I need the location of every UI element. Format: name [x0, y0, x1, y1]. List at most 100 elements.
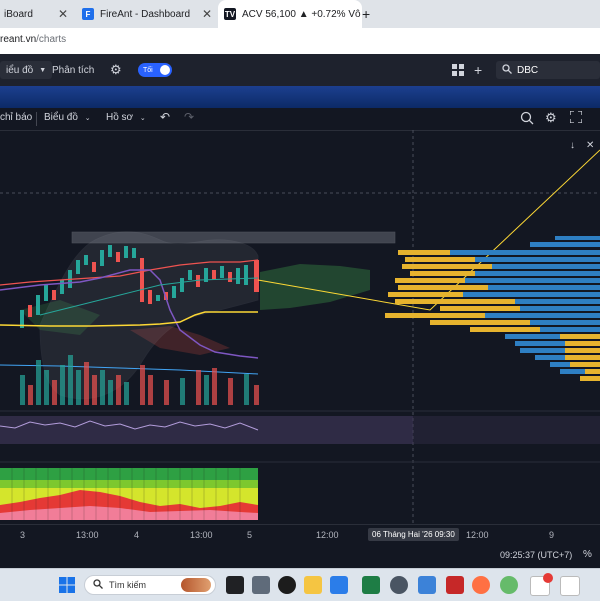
chart-menu-label: iểu đồ [6, 64, 34, 76]
candle [156, 295, 160, 301]
windows-taskbar: Tìm kiếm [0, 568, 600, 601]
notification-app-icon[interactable] [418, 576, 436, 594]
symbol-search-input[interactable]: DBC [496, 61, 600, 79]
profile-button[interactable]: Hồ sơ ⌄ [106, 112, 146, 123]
file-explorer-icon[interactable] [304, 576, 322, 594]
badge-dot [543, 573, 553, 583]
candle [220, 266, 224, 278]
media-player-icon[interactable] [278, 576, 296, 594]
candle [28, 305, 32, 317]
candle [36, 295, 40, 315]
time-axis[interactable]: 3 13:00 4 13:00 5 12:00 12:00 9 06 Tháng… [0, 524, 600, 545]
chart-toolbar: chỉ báo Biểu đồ ⌄ Hồ sơ ⌄ ↶ ↷ ⚙ [0, 108, 600, 131]
browser-tab-iboard[interactable]: iBoard ✕ [0, 0, 76, 28]
time-tick: 4 [134, 530, 140, 540]
candle [132, 248, 136, 258]
close-icon: ✕ [586, 140, 594, 151]
chart-menu-button[interactable]: iểu đồ ▼ [0, 61, 53, 79]
app-icon-dark[interactable] [226, 576, 244, 594]
time-tick: 3 [20, 530, 26, 540]
candle [44, 285, 48, 301]
oscillator-band [0, 416, 413, 444]
time-tick: 13:00 [190, 530, 213, 540]
tab-title: iBoard [4, 8, 33, 20]
zoom-app-icon[interactable] [446, 576, 464, 594]
chart-type-label: Biểu đồ [44, 112, 78, 123]
candle [228, 272, 232, 282]
header-banner [0, 86, 600, 108]
timezone-clock[interactable]: 09:25:37 (UTC+7) [500, 550, 572, 560]
app-header: iểu đồ ▼ Phân tích ⚙ Tối + DBC [0, 54, 600, 86]
toolbar-divider [36, 112, 37, 126]
candle [212, 270, 216, 280]
oscillator-band-future [413, 416, 600, 444]
candle [188, 270, 192, 280]
chart-type-button[interactable]: Biểu đồ ⌄ [44, 112, 91, 123]
chat-app-icon[interactable] [500, 576, 518, 594]
redo-icon[interactable]: ↷ [184, 110, 194, 124]
zoom-search-icon[interactable] [520, 111, 534, 128]
browser-tab-tradingview[interactable]: TV ACV 56,100 ▲ +0.72% Vô danh ✕ [218, 0, 362, 28]
address-bar[interactable]: reant.vn/charts [0, 28, 600, 55]
browser-tab-fireant[interactable]: F FireAnt - Dashboard ✕ [76, 0, 220, 28]
tradingview-favicon-icon: TV [224, 8, 236, 20]
candle [140, 258, 144, 302]
crosshair-time-label: 06 Tháng Hai '26 09:30 [368, 528, 459, 541]
arrow-down-icon: ↓ [570, 140, 575, 151]
toggle-knob [160, 65, 170, 75]
analysis-menu-button[interactable]: Phân tích [52, 61, 94, 79]
indicators-button[interactable]: chỉ báo [0, 112, 32, 123]
chevron-down-icon: ▼ [39, 66, 47, 74]
notification-badge-icon[interactable] [530, 573, 553, 596]
settings-gear-icon[interactable]: ⚙ [545, 110, 557, 126]
candle [180, 278, 184, 292]
candle [108, 245, 112, 257]
app-icon-white[interactable] [560, 576, 580, 596]
settings-icon[interactable] [390, 576, 408, 594]
candle [148, 290, 152, 304]
windows-start-icon[interactable] [58, 576, 76, 594]
undo-icon[interactable]: ↶ [160, 110, 170, 124]
candle [172, 286, 176, 298]
fireant-favicon-icon: F [82, 8, 94, 20]
ichimoku-cloud-green [260, 264, 370, 310]
layout-grid-icon[interactable] [452, 61, 464, 79]
candle [76, 260, 80, 274]
chevron-down-icon: ⌄ [139, 115, 146, 122]
chevron-down-icon: ⌄ [84, 115, 91, 122]
excel-icon[interactable] [362, 576, 380, 594]
profile-label: Hồ sơ [106, 112, 134, 123]
url-text[interactable]: reant.vn/charts [0, 34, 66, 45]
percent-scale-button[interactable]: % [583, 549, 592, 560]
add-icon[interactable]: + [474, 61, 482, 79]
url-path: /charts [36, 34, 67, 45]
candle [116, 252, 120, 262]
volume-profile[interactable] [385, 236, 600, 381]
search-icon [502, 63, 512, 77]
price-chart-canvas[interactable]: ↓ ✕ [0, 130, 600, 524]
candle [124, 246, 128, 258]
candle [244, 265, 248, 285]
candle [100, 250, 104, 266]
url-host: reant.vn [0, 34, 37, 45]
new-tab-button[interactable]: + [362, 0, 380, 28]
scale-controls[interactable]: ↓ ✕ [570, 140, 594, 151]
search-highlight-image [181, 578, 211, 592]
search-value: DBC [517, 64, 539, 76]
close-icon[interactable]: ✕ [58, 7, 76, 21]
search-icon [93, 579, 103, 591]
time-tick: 5 [247, 530, 253, 540]
taskbar-search-placeholder: Tìm kiếm [109, 580, 146, 590]
store-icon[interactable] [330, 576, 348, 594]
time-tick: 12:00 [316, 530, 339, 540]
heatmap-indicator [0, 468, 258, 520]
taskbar-search-input[interactable]: Tìm kiếm [84, 575, 216, 595]
camera-icon[interactable] [252, 576, 270, 594]
time-tick: 12:00 [466, 530, 489, 540]
time-tick: 9 [549, 530, 555, 540]
browser-tab-strip: iBoard ✕ F FireAnt - Dashboard ✕ TV ACV … [0, 0, 600, 28]
fullscreen-icon[interactable] [569, 110, 583, 126]
firefox-icon[interactable] [472, 576, 490, 594]
theme-toggle[interactable]: Tối [138, 63, 172, 77]
gear-icon[interactable]: ⚙ [110, 61, 122, 79]
